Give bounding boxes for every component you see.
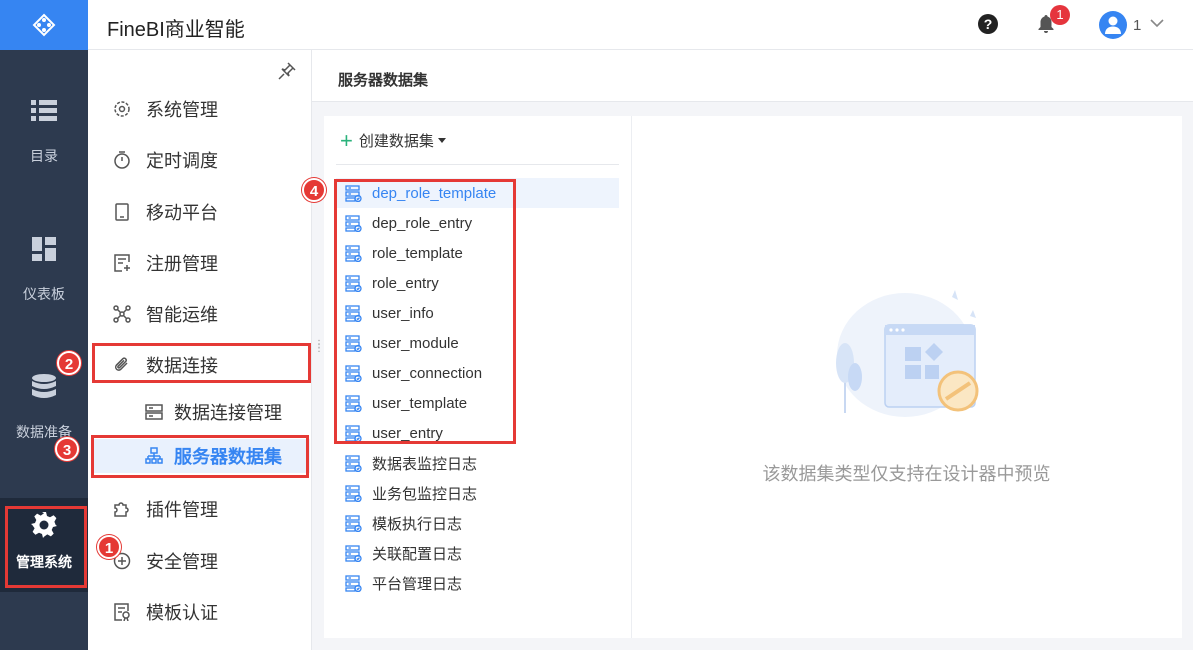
nav-item-ops[interactable]: 智能运维 <box>88 295 312 333</box>
nav-sub-connection-manage[interactable]: 数据连接管理 <box>88 395 312 429</box>
list-item[interactable]: 数据表监控日志 <box>336 448 619 478</box>
help-icon[interactable]: ? <box>978 14 998 34</box>
page-title: 服务器数据集 <box>338 72 429 89</box>
nav-item-label: 移动平台 <box>146 203 218 223</box>
network-icon <box>112 304 132 324</box>
dataset-name: 关联配置日志 <box>372 545 463 563</box>
page-header: 服务器数据集 <box>312 50 1193 102</box>
nav-item-mobile[interactable]: 移动平台 <box>88 193 312 231</box>
step-marker: 4 <box>302 178 326 202</box>
resize-handle[interactable]: ⋮ ⋮ <box>314 340 324 354</box>
highlight-dataset-list <box>334 179 516 444</box>
app-logo[interactable] <box>0 0 88 50</box>
user-name[interactable]: 1 <box>1133 17 1141 34</box>
nav-item-label: 注册管理 <box>146 254 218 274</box>
certificate-icon <box>112 602 132 622</box>
database-icon <box>32 372 56 402</box>
dataset-icon <box>345 544 362 562</box>
chevron-down-icon[interactable] <box>1150 16 1164 35</box>
nav-item-label: 智能运维 <box>146 305 218 325</box>
rail-item-catalog[interactable]: 目录 <box>0 96 88 166</box>
divider <box>336 164 619 165</box>
dataset-name: 平台管理日志 <box>372 575 463 593</box>
rail-label: 目录 <box>30 148 58 164</box>
plus-icon: + <box>340 127 353 153</box>
user-icon <box>1105 16 1121 34</box>
nav-item-label: 系统管理 <box>146 100 218 120</box>
register-icon <box>112 253 132 273</box>
dataset-icon <box>345 484 362 502</box>
logo-icon <box>32 13 56 37</box>
create-dataset-label: 创建数据集 <box>358 133 434 150</box>
nav-item-label: 插件管理 <box>146 500 218 520</box>
nav-item-template-auth[interactable]: 模板认证 <box>88 593 312 631</box>
pin-icon[interactable] <box>278 62 296 85</box>
step-marker: 1 <box>97 535 121 559</box>
highlight-data-connection <box>92 343 311 383</box>
dataset-icon <box>345 454 362 472</box>
step-marker: 3 <box>55 437 79 461</box>
list-item[interactable]: 业务包监控日志 <box>336 478 619 508</box>
nav-item-security[interactable]: 安全管理 <box>88 542 312 580</box>
nav-item-system[interactable]: 系统管理 <box>88 90 312 128</box>
nav-item-register[interactable]: 注册管理 <box>88 244 312 282</box>
settings-icon <box>112 99 132 119</box>
dashboard-icon <box>32 234 56 264</box>
timer-icon <box>112 150 132 170</box>
app-title: FineBI商业智能 <box>107 19 245 41</box>
dataset-name: 数据表监控日志 <box>372 455 478 473</box>
rail-label: 仪表板 <box>23 286 65 302</box>
nav-item-label: 定时调度 <box>146 151 218 171</box>
list-icon <box>31 96 57 126</box>
rail-item-dashboard[interactable]: 仪表板 <box>0 234 88 304</box>
nav-item-schedule[interactable]: 定时调度 <box>88 141 312 179</box>
dataset-name: 模板执行日志 <box>372 515 463 533</box>
top-header: FineBI商业智能 ? 1 1 <box>88 0 1193 50</box>
dataset-icon <box>345 514 362 532</box>
list-item[interactable]: 平台管理日志 <box>336 568 619 598</box>
puzzle-icon <box>112 499 132 519</box>
avatar[interactable] <box>1099 11 1127 39</box>
dataset-name: 业务包监控日志 <box>372 485 478 503</box>
dataset-icon <box>345 574 362 592</box>
highlight-admin <box>5 506 87 588</box>
empty-illustration <box>836 290 979 417</box>
nav-item-label: 模板认证 <box>146 603 218 623</box>
nav-sub-label: 数据连接管理 <box>174 403 282 423</box>
rail-item-data-prep[interactable]: 数据准备 <box>0 372 88 442</box>
highlight-server-dataset <box>91 435 309 478</box>
list-item[interactable]: 关联配置日志 <box>336 538 619 568</box>
create-dataset-button[interactable]: + 创建数据集 <box>340 127 446 153</box>
mobile-icon <box>112 202 132 222</box>
empty-state-text: 该数据集类型仅支持在设计器中预览 <box>762 464 1051 484</box>
nav-item-plugins[interactable]: 插件管理 <box>88 490 312 528</box>
caret-down-icon <box>437 138 446 143</box>
server-icon <box>144 402 164 422</box>
notification-badge: 1 <box>1050 5 1070 25</box>
step-marker: 2 <box>57 351 81 375</box>
list-item[interactable]: 模板执行日志 <box>336 508 619 538</box>
nav-item-label: 安全管理 <box>146 552 218 572</box>
